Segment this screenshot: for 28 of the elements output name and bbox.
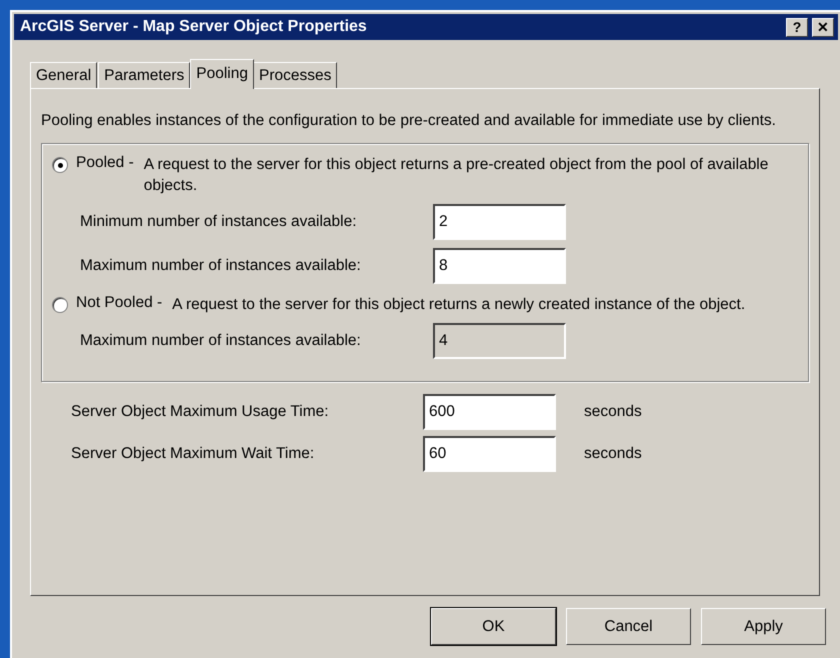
- dialog-button[interactable]: Cancel: [566, 608, 691, 645]
- option-description: A request to the server for this object returns a newly created instance of the object.: [172, 295, 746, 315]
- field-label: Server Object Maximum Usage Time:: [71, 403, 330, 421]
- field-label: Minimum number of instances available:: [80, 213, 358, 231]
- help-button[interactable]: ?: [786, 18, 808, 36]
- tab[interactable]: Parameters: [98, 62, 190, 88]
- window-title: ArcGIS Server - Map Server Object Properties: [20, 18, 368, 36]
- tab[interactable]: Pooling: [190, 59, 254, 89]
- field-label: Maximum number of instances available:: [80, 257, 362, 275]
- option-description: A request to the server for this object returns a pre-created object from the pool of available objects.: [144, 155, 770, 196]
- unit-label: seconds: [584, 403, 642, 421]
- input-field[interactable]: 600: [423, 394, 556, 430]
- option-label[interactable]: Not Pooled -: [76, 294, 162, 312]
- option-label[interactable]: Pooled -: [76, 154, 134, 172]
- dialog-button[interactable]: Apply: [701, 608, 826, 645]
- close-button[interactable]: ✕: [812, 18, 834, 36]
- intro-text: Pooling enables instances of the configuration to be pre-created and available for immediate use by clients.: [41, 111, 777, 131]
- tab[interactable]: General: [30, 62, 98, 88]
- dialog-button[interactable]: OK: [431, 608, 556, 645]
- input-field[interactable]: 8: [433, 248, 566, 284]
- input-field[interactable]: 60: [423, 436, 556, 472]
- radio-button[interactable]: [52, 157, 68, 173]
- radio-button[interactable]: [52, 297, 68, 313]
- input-field[interactable]: 2: [433, 204, 566, 240]
- unit-label: seconds: [584, 445, 642, 463]
- field-label: Server Object Maximum Wait Time:: [71, 445, 316, 463]
- tab[interactable]: Processes: [253, 62, 338, 88]
- field-label: Maximum number of instances available:: [80, 332, 362, 350]
